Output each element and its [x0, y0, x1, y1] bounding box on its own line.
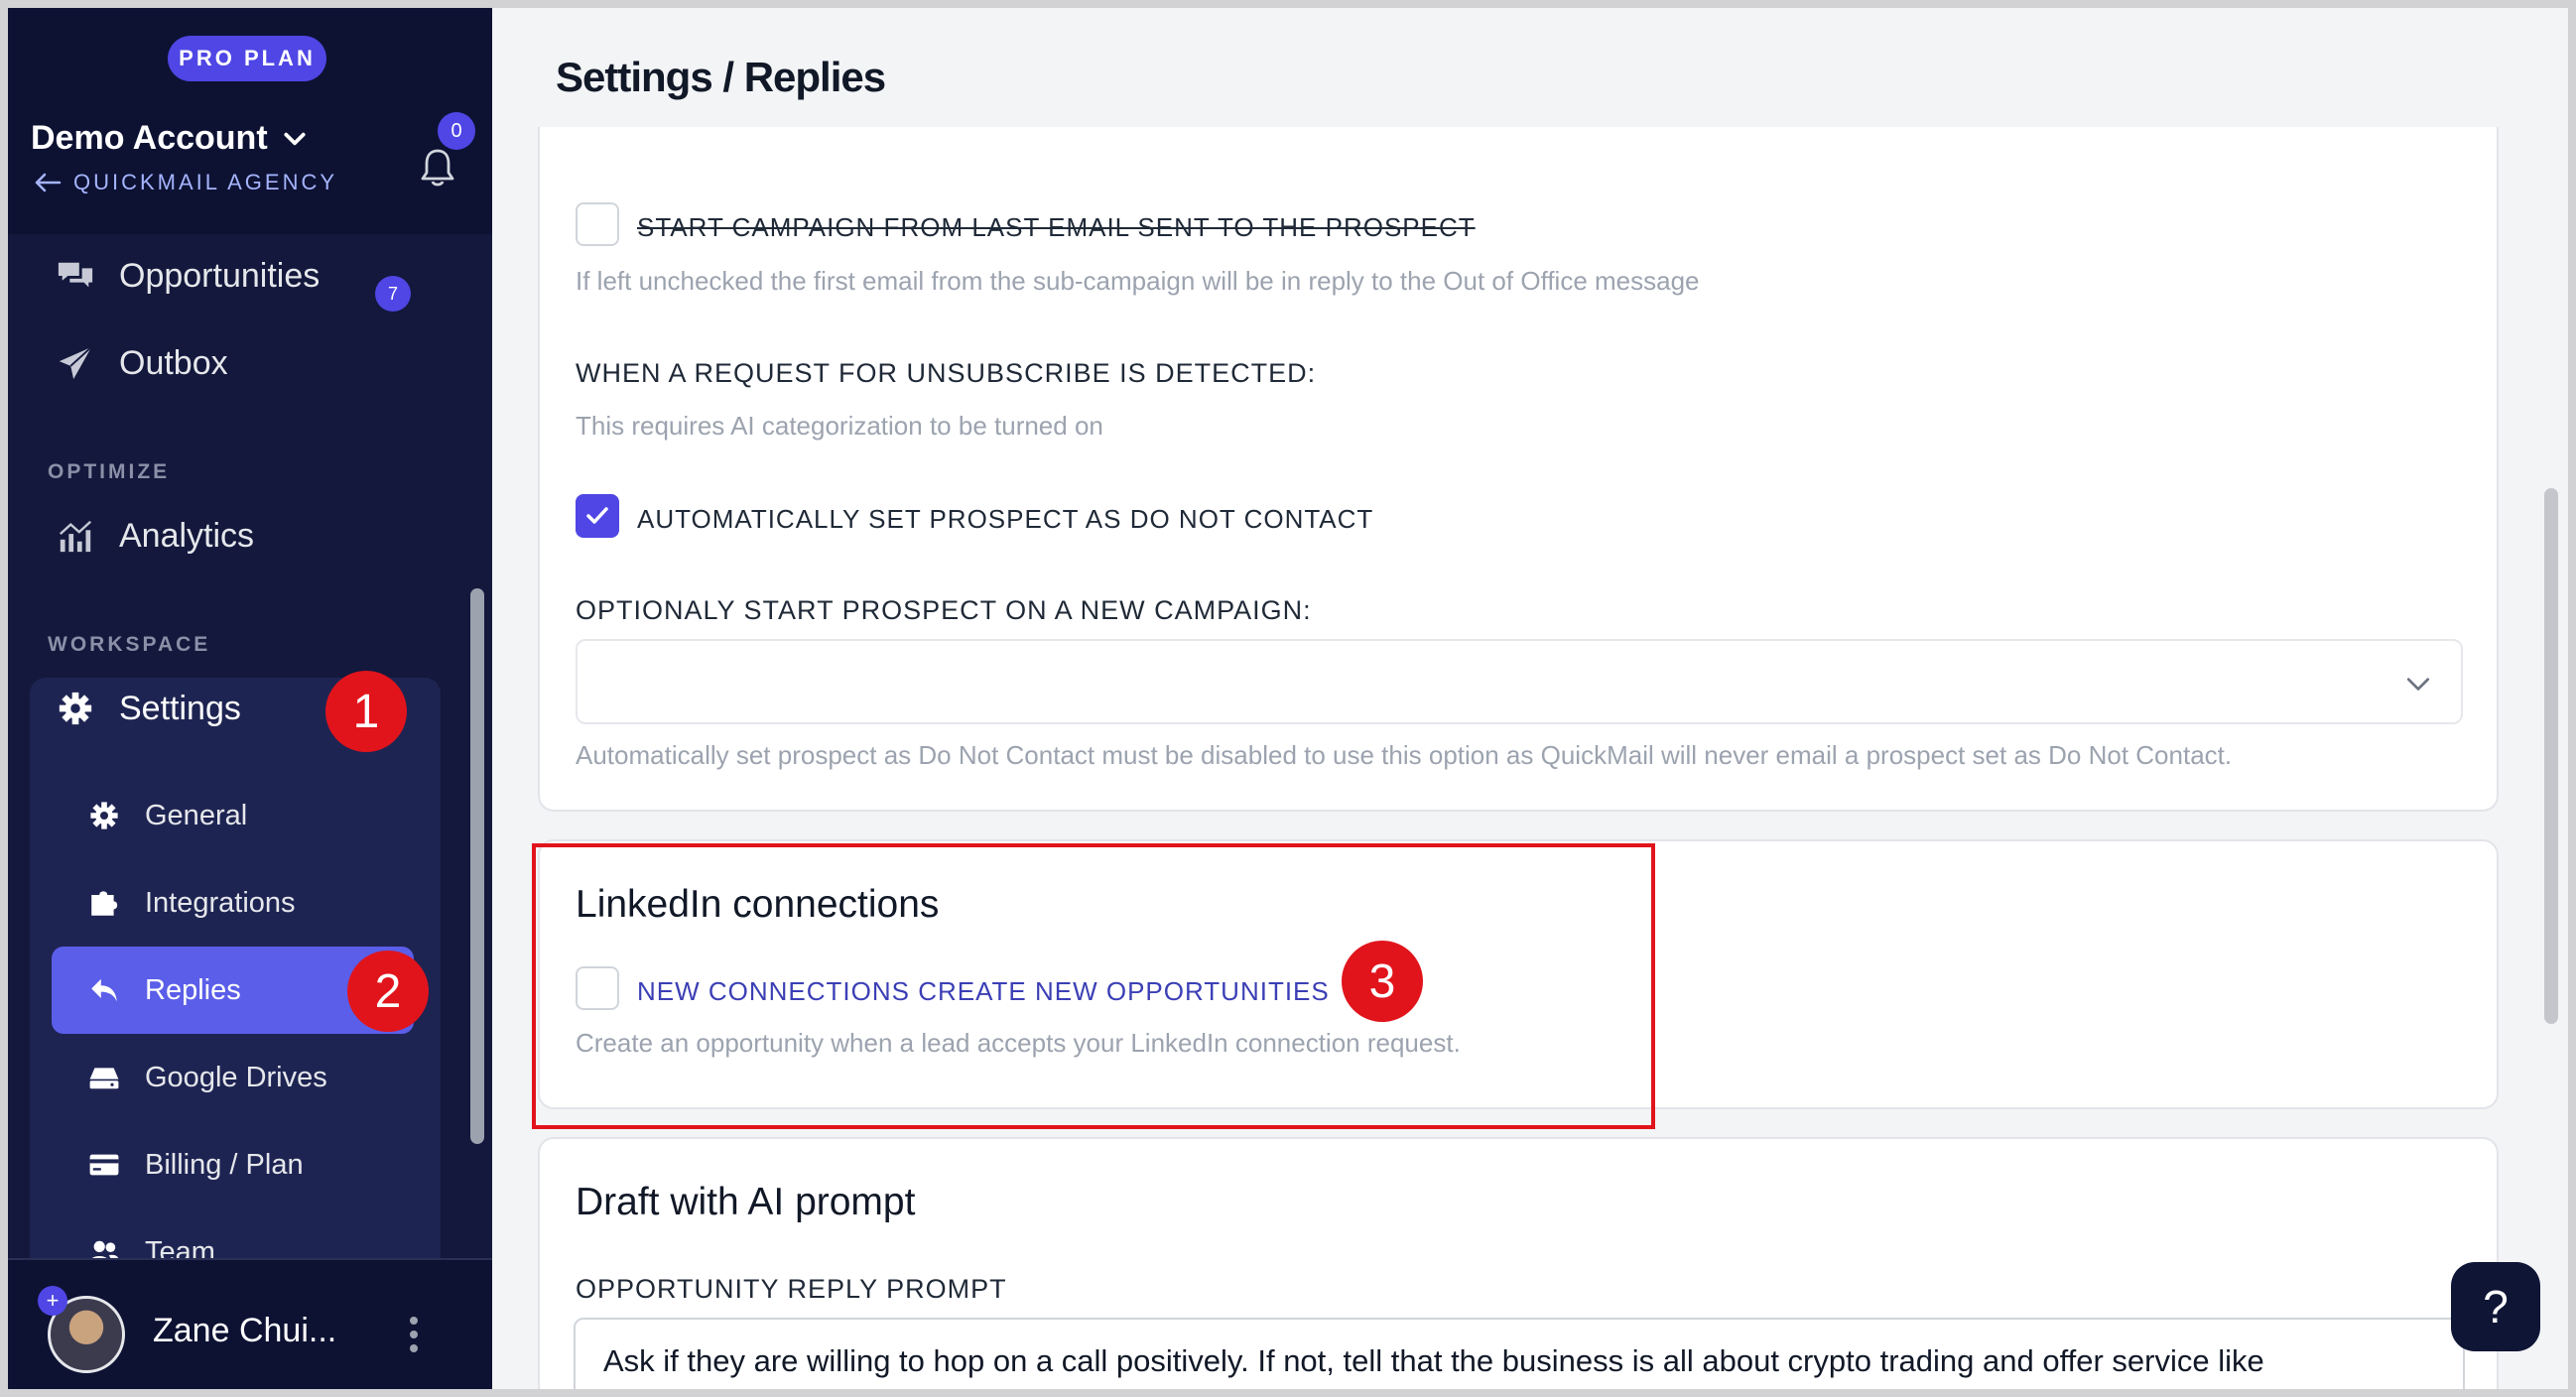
- user-footer: + Zane Chui...: [8, 1258, 492, 1389]
- annotation-step-1: 1: [325, 671, 407, 752]
- annotation-step-3: 3: [1342, 941, 1423, 1022]
- sidebar-subitem-general[interactable]: General: [52, 772, 414, 859]
- unsubscribe-heading: WHEN A REQUEST FOR UNSUBSCRIBE IS DETECT…: [576, 358, 1317, 388]
- sidebar-item-label: Analytics: [119, 516, 255, 555]
- drive-icon: [87, 1061, 121, 1094]
- sidebar-item-opportunities[interactable]: Opportunities: [56, 256, 320, 296]
- account-switcher[interactable]: Demo Account: [31, 119, 308, 158]
- notification-count-badge: 0: [438, 112, 475, 150]
- checkmark-icon: [586, 507, 608, 524]
- main-scrollbar[interactable]: [2544, 488, 2558, 1024]
- sidebar: PRO PLAN Demo Account QUICKMAIL AGENCY 0…: [8, 8, 492, 1389]
- out-of-office-card: START CAMPAIGN FROM LAST EMAIL SENT TO T…: [538, 127, 2499, 812]
- app-window: PRO PLAN Demo Account QUICKMAIL AGENCY 0…: [8, 8, 2568, 1389]
- start-from-last-email-help: If left unchecked the first email from t…: [576, 266, 1700, 296]
- annotation-highlight-box: [532, 843, 1655, 1129]
- gear-icon: [56, 689, 95, 728]
- chevron-down-icon: [2406, 678, 2430, 691]
- plan-badge: PRO PLAN: [168, 36, 326, 81]
- start-from-last-email-label: START CAMPAIGN FROM LAST EMAIL SENT TO T…: [637, 212, 1476, 242]
- sidebar-item-label: Settings: [119, 689, 241, 727]
- sidebar-subitem-google-drives[interactable]: Google Drives: [52, 1034, 414, 1121]
- chat-bubbles-icon: [56, 256, 95, 296]
- draft-ai-card: Draft with AI prompt OPPORTUNITY REPLY P…: [538, 1137, 2499, 1389]
- sidebar-item-outbox[interactable]: Outbox: [56, 343, 228, 383]
- credit-card-icon: [87, 1148, 121, 1182]
- opportunities-count-badge: 7: [375, 276, 411, 312]
- sidebar-subitem-label: Replies: [145, 973, 241, 1006]
- plus-icon[interactable]: +: [38, 1286, 67, 1316]
- arrow-left-icon: [35, 173, 62, 192]
- section-label-optimize: OPTIMIZE: [48, 460, 171, 483]
- new-campaign-select[interactable]: [576, 639, 2463, 724]
- sidebar-subitem-label: Billing / Plan: [145, 1148, 304, 1181]
- sidebar-header: PRO PLAN Demo Account QUICKMAIL AGENCY 0: [8, 8, 492, 234]
- opportunity-reply-prompt-textarea[interactable]: Ask if they are willing to hop on a call…: [574, 1318, 2465, 1389]
- auto-do-not-contact-checkbox[interactable]: [576, 494, 619, 538]
- new-campaign-help: Automatically set prospect as Do Not Con…: [576, 740, 2233, 770]
- draft-ai-card-title: Draft with AI prompt: [576, 1181, 916, 1223]
- prompt-label: OPPORTUNITY REPLY PROMPT: [576, 1274, 1007, 1304]
- agency-name: QUICKMAIL AGENCY: [73, 170, 338, 194]
- section-label-workspace: WORKSPACE: [48, 633, 211, 656]
- sidebar-item-analytics[interactable]: Analytics: [56, 516, 254, 556]
- bell-icon[interactable]: [419, 147, 456, 189]
- sidebar-item-label: Opportunities: [119, 256, 321, 295]
- new-campaign-heading: OPTIONALY START PROSPECT ON A NEW CAMPAI…: [576, 595, 1312, 625]
- page-title: Settings / Replies: [556, 54, 886, 100]
- sidebar-subitem-label: Integrations: [145, 886, 296, 919]
- sidebar-subitem-billing[interactable]: Billing / Plan: [52, 1121, 414, 1208]
- annotation-step-2: 2: [347, 951, 429, 1032]
- sidebar-subitem-label: General: [145, 799, 248, 831]
- reply-icon: [87, 973, 121, 1007]
- user-name: Zane Chui...: [153, 1312, 337, 1349]
- auto-do-not-contact-label: AUTOMATICALLY SET PROSPECT AS DO NOT CON…: [637, 504, 1374, 534]
- agency-back-link[interactable]: QUICKMAIL AGENCY: [34, 170, 337, 195]
- unsubscribe-help: This requires AI categorization to be tu…: [576, 411, 1103, 441]
- puzzle-icon: [87, 886, 121, 920]
- sidebar-scrollbar[interactable]: [470, 588, 484, 1144]
- chevron-down-icon: [284, 132, 306, 145]
- start-from-last-email-checkbox[interactable]: [576, 202, 619, 246]
- gear-icon: [87, 799, 121, 832]
- sidebar-item-label: Outbox: [119, 343, 228, 382]
- account-name: Demo Account: [31, 119, 268, 157]
- paper-plane-icon: [56, 343, 95, 383]
- analytics-chart-icon: [56, 516, 95, 556]
- sidebar-subitem-integrations[interactable]: Integrations: [52, 859, 414, 947]
- sidebar-subitem-label: Google Drives: [145, 1061, 327, 1093]
- sidebar-item-settings[interactable]: Settings: [56, 689, 241, 728]
- more-vertical-icon[interactable]: [409, 1316, 419, 1353]
- help-button[interactable]: ?: [2451, 1262, 2540, 1351]
